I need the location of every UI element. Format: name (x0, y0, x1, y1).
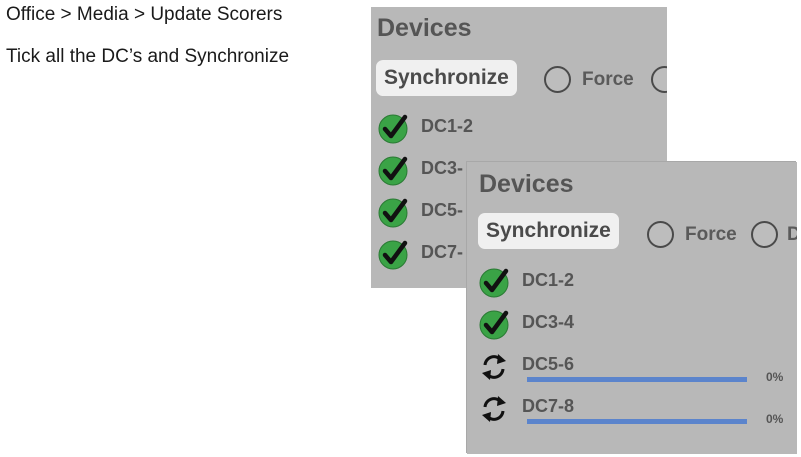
checkmark-icon[interactable] (479, 268, 509, 298)
progress-bar (527, 377, 747, 382)
progress-text: 0% (766, 412, 784, 426)
breadcrumb: Office > Media > Update Scorers (6, 4, 283, 25)
force-radio[interactable] (647, 221, 674, 248)
extra-radio[interactable] (651, 66, 667, 93)
panel-title: Devices (479, 170, 574, 198)
device-label: DC7-8 (522, 396, 575, 416)
device-label: DC1-2 (421, 116, 474, 136)
device-row[interactable]: DC7-8 0% (479, 394, 794, 426)
device-label: DC5- (421, 200, 464, 220)
devices-panel-after: Devices Synchronize Force D DC1-2 DC3-4 … (467, 162, 797, 454)
force-radio-label: Force (582, 69, 634, 90)
progress-fill (527, 377, 747, 382)
force-radio[interactable] (544, 66, 571, 93)
device-label: DC7- (421, 242, 464, 262)
checkmark-icon[interactable] (378, 156, 408, 186)
device-label: DC1-2 (522, 270, 575, 290)
device-label: DC3- (421, 158, 464, 178)
synchronize-button[interactable]: Synchronize (478, 213, 619, 249)
progress-fill (527, 419, 747, 424)
sync-icon (482, 396, 506, 422)
panel-title: Devices (377, 14, 472, 42)
checkmark-icon[interactable] (378, 198, 408, 228)
checkmark-icon[interactable] (378, 114, 408, 144)
extra-radio-label-clipped: D (787, 224, 797, 245)
checkmark-icon[interactable] (479, 310, 509, 340)
synchronize-button[interactable]: Synchronize (376, 60, 517, 96)
force-radio-label: Force (685, 224, 737, 245)
checkmark-icon[interactable] (378, 240, 408, 270)
progress-bar (527, 419, 747, 424)
device-label: DC3-4 (522, 312, 575, 332)
sync-icon (482, 354, 506, 380)
device-label: DC5-6 (522, 354, 575, 374)
progress-text: 0% (766, 370, 784, 384)
instruction-text: Tick all the DC’s and Synchronize (6, 46, 290, 67)
extra-radio[interactable] (751, 221, 778, 248)
device-row[interactable]: DC5-6 0% (479, 352, 794, 384)
